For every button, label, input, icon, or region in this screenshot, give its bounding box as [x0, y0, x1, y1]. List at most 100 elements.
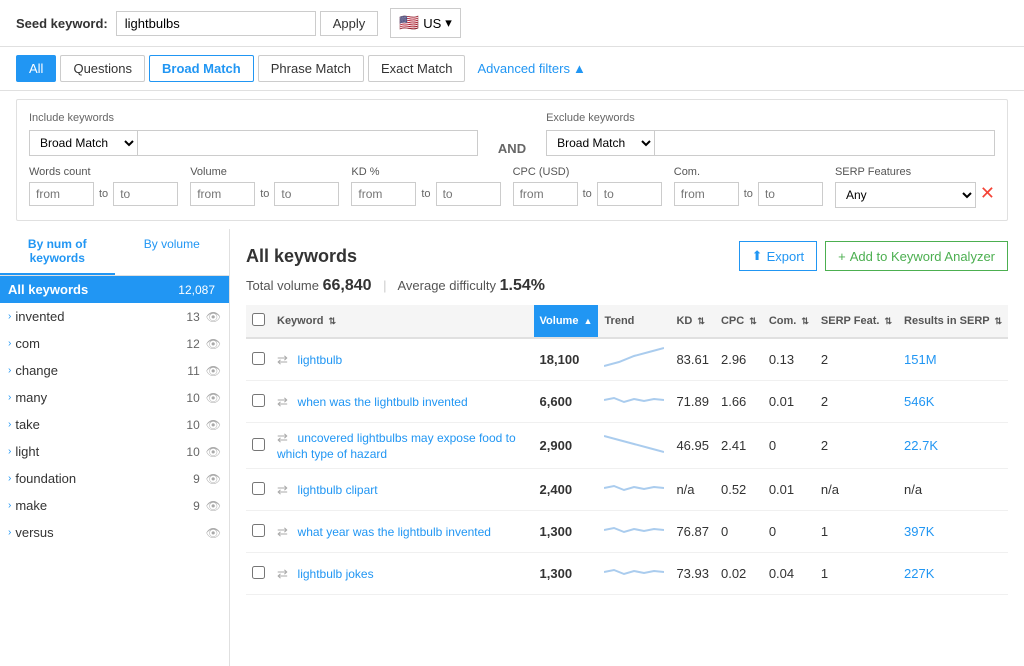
results-link[interactable]: 397K: [904, 524, 934, 539]
kd-from[interactable]: [351, 182, 416, 206]
exclude-keywords-section: Exclude keywords Broad Match Phrase Matc…: [546, 112, 995, 156]
trend-cell: [598, 511, 670, 553]
cpc-from[interactable]: [513, 182, 578, 206]
col-serp[interactable]: SERP Feat. ⇅: [815, 305, 898, 338]
cpc-to[interactable]: [597, 182, 662, 206]
row-checkbox[interactable]: [252, 352, 265, 365]
trend-cell: [598, 553, 670, 595]
sort-icon-serp: ⇅: [884, 316, 892, 326]
add-keyword-icon[interactable]: ⇄: [277, 524, 288, 539]
chevron-right-icon: ›: [8, 392, 11, 403]
row-checkbox-cell[interactable]: [246, 338, 271, 381]
exclude-match-select[interactable]: Broad Match Phrase Match Exact Match: [547, 131, 655, 155]
words-count-from[interactable]: [29, 182, 94, 206]
and-label: AND: [498, 141, 526, 156]
list-item[interactable]: › versus 👁: [0, 519, 229, 546]
add-keyword-icon[interactable]: ⇄: [277, 394, 288, 409]
row-checkbox[interactable]: [252, 524, 265, 537]
tab-questions[interactable]: Questions: [60, 55, 145, 82]
eye-icon[interactable]: 👁: [206, 391, 221, 405]
row-checkbox-cell[interactable]: [246, 511, 271, 553]
results-link[interactable]: 546K: [904, 394, 934, 409]
eye-icon[interactable]: 👁: [206, 310, 221, 324]
col-volume[interactable]: Volume ▲: [534, 305, 599, 338]
tab-phrase-match[interactable]: Phrase Match: [258, 55, 364, 82]
keyword-link[interactable]: what year was the lightbulb invented: [298, 525, 491, 539]
sidebar-tab-by-num[interactable]: By num of keywords: [0, 229, 115, 275]
eye-icon[interactable]: 👁: [206, 337, 221, 351]
com-cell: 0.04: [763, 553, 815, 595]
table-row: ⇄ lightbulb 18,100 83.61 2.96 0.13 2 151…: [246, 338, 1008, 381]
row-checkbox[interactable]: [252, 438, 265, 451]
apply-button[interactable]: Apply: [320, 11, 379, 36]
col-cpc[interactable]: CPC ⇅: [715, 305, 763, 338]
sidebar-tab-by-volume[interactable]: By volume: [115, 229, 230, 275]
add-keyword-icon[interactable]: ⇄: [277, 566, 288, 581]
select-all-checkbox-cell[interactable]: [246, 305, 271, 338]
list-item[interactable]: › invented 13 👁: [0, 303, 229, 330]
add-to-analyzer-button[interactable]: + Add to Keyword Analyzer: [825, 241, 1008, 271]
volume-from[interactable]: [190, 182, 255, 206]
com-from[interactable]: [674, 182, 739, 206]
row-checkbox[interactable]: [252, 482, 265, 495]
eye-icon[interactable]: 👁: [206, 445, 221, 459]
advanced-filters-toggle[interactable]: Advanced filters ▲: [477, 61, 585, 76]
list-item[interactable]: › many 10 👁: [0, 384, 229, 411]
row-checkbox-cell[interactable]: [246, 381, 271, 423]
eye-icon[interactable]: 👁: [206, 418, 221, 432]
tab-all[interactable]: All: [16, 55, 56, 82]
tab-exact-match[interactable]: Exact Match: [368, 55, 466, 82]
eye-icon[interactable]: 👁: [206, 364, 221, 378]
list-item[interactable]: › foundation 9 👁: [0, 465, 229, 492]
row-checkbox-cell[interactable]: [246, 553, 271, 595]
row-checkbox[interactable]: [252, 566, 265, 579]
cpc-filter: CPC (USD) to: [513, 166, 662, 206]
col-kd[interactable]: KD ⇅: [670, 305, 715, 338]
seed-keyword-input[interactable]: [116, 11, 316, 36]
keyword-link[interactable]: lightbulb: [298, 353, 343, 367]
keyword-link[interactable]: when was the lightbulb invented: [298, 395, 468, 409]
serp-features-select[interactable]: Any: [835, 182, 976, 208]
keyword-link[interactable]: lightbulb jokes: [298, 567, 374, 581]
include-match-select[interactable]: Broad Match Phrase Match Exact Match: [30, 131, 138, 155]
chevron-right-icon: ›: [8, 419, 11, 430]
keyword-link[interactable]: lightbulb clipart: [298, 483, 378, 497]
row-checkbox-cell[interactable]: [246, 469, 271, 511]
sidebar-item-label: change: [15, 363, 187, 378]
col-results[interactable]: Results in SERP ⇅: [898, 305, 1008, 338]
results-link[interactable]: 227K: [904, 566, 934, 581]
results-link[interactable]: 22.7K: [904, 438, 938, 453]
com-cell: 0.13: [763, 338, 815, 381]
volume-to[interactable]: [274, 182, 339, 206]
col-com[interactable]: Com. ⇅: [763, 305, 815, 338]
eye-icon[interactable]: 👁: [206, 526, 221, 540]
clear-filters-button[interactable]: ✕: [980, 183, 995, 208]
words-count-to[interactable]: [113, 182, 178, 206]
add-keyword-icon[interactable]: ⇄: [277, 482, 288, 497]
list-item[interactable]: › make 9 👁: [0, 492, 229, 519]
add-keyword-icon[interactable]: ⇄: [277, 430, 288, 445]
sidebar-all-keywords[interactable]: All keywords 12,087: [0, 276, 229, 303]
select-all-checkbox[interactable]: [252, 313, 265, 326]
export-button[interactable]: ⬆ Export: [739, 241, 817, 271]
add-keyword-icon[interactable]: ⇄: [277, 352, 288, 367]
kd-to[interactable]: [436, 182, 501, 206]
list-item[interactable]: › com 12 👁: [0, 330, 229, 357]
results-link[interactable]: 151M: [904, 352, 937, 367]
list-item[interactable]: › change 11 👁: [0, 357, 229, 384]
row-checkbox-cell[interactable]: [246, 423, 271, 469]
exclude-keywords-input[interactable]: [655, 132, 994, 154]
list-item[interactable]: › light 10 👁: [0, 438, 229, 465]
com-to[interactable]: [758, 182, 823, 206]
include-keywords-input[interactable]: [138, 132, 477, 154]
chevron-right-icon: ›: [8, 527, 11, 538]
eye-icon[interactable]: 👁: [206, 499, 221, 513]
country-selector[interactable]: 🇺🇸 US ▾: [390, 8, 461, 38]
eye-icon[interactable]: 👁: [206, 472, 221, 486]
tab-broad-match[interactable]: Broad Match: [149, 55, 254, 82]
list-item[interactable]: › take 10 👁: [0, 411, 229, 438]
row-checkbox[interactable]: [252, 394, 265, 407]
keyword-link[interactable]: uncovered lightbulbs may expose food to …: [277, 431, 516, 461]
col-keyword[interactable]: Keyword ⇅: [271, 305, 534, 338]
export-icon: ⬆: [752, 248, 763, 264]
